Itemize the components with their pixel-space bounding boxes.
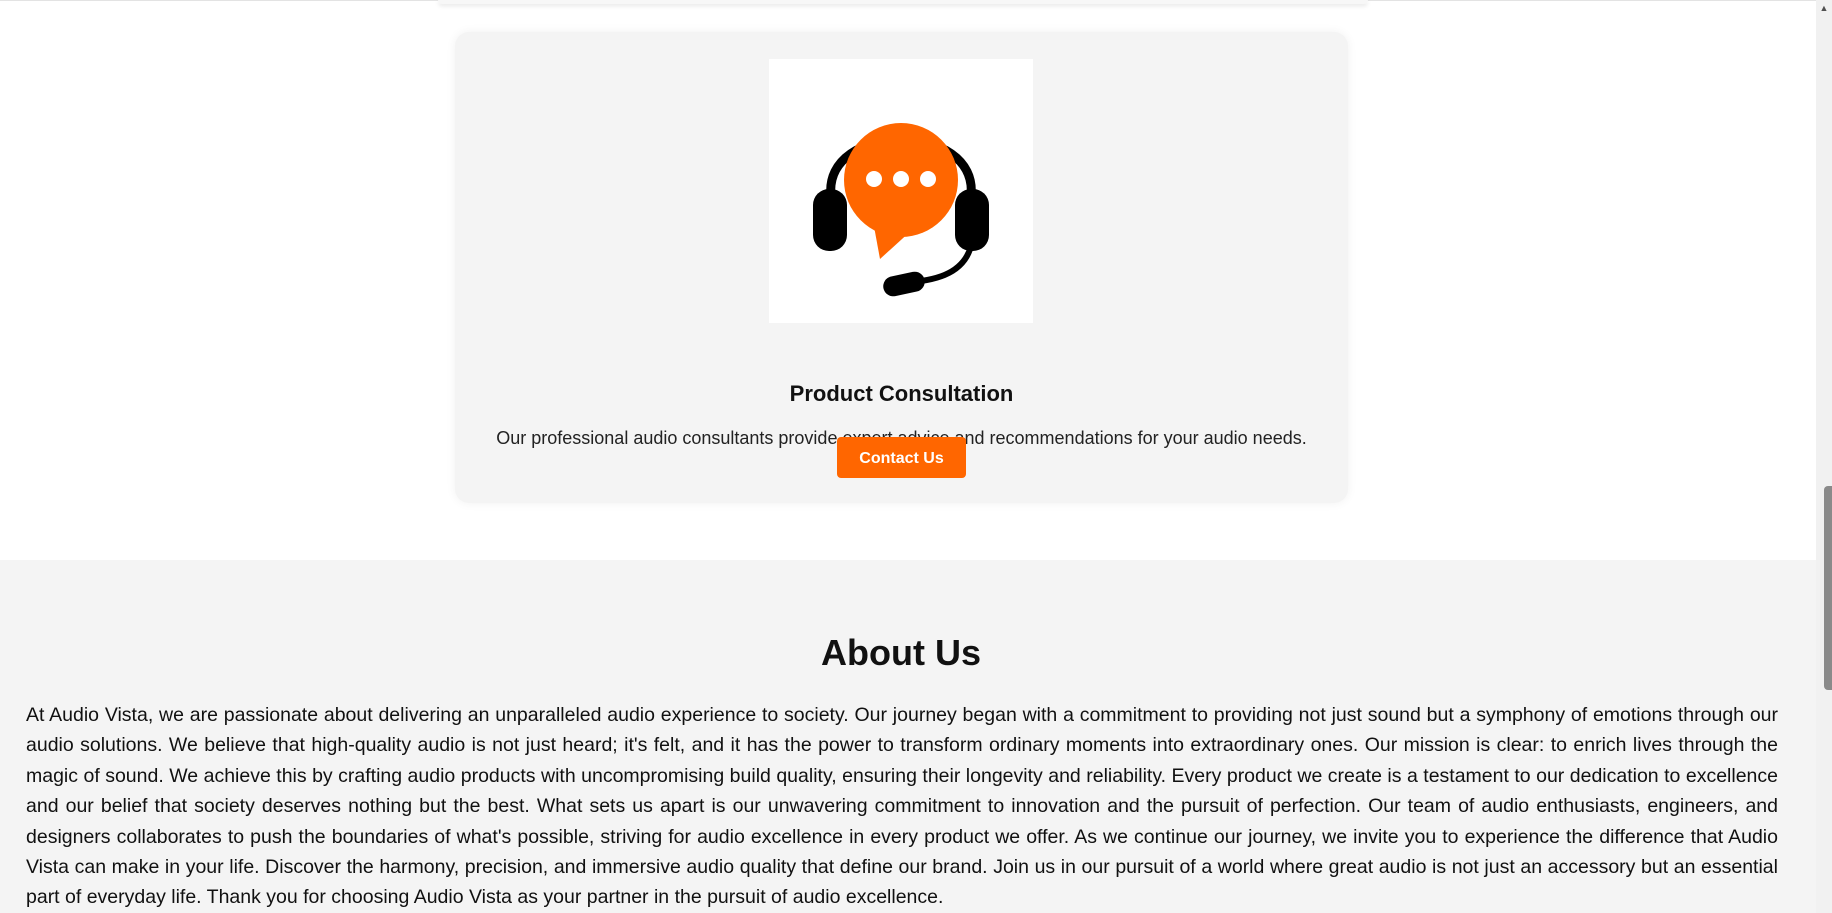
vertical-scrollbar[interactable]: ▲	[1816, 0, 1832, 913]
page: Product Consultation Our professional au…	[0, 0, 1832, 913]
about-section: About Us At Audio Vista, we are passiona…	[0, 560, 1816, 913]
previous-service-card-edge	[438, 0, 1368, 4]
scroll-up-arrow-icon[interactable]: ▲	[1816, 0, 1832, 16]
service-image	[769, 59, 1033, 323]
about-text: At Audio Vista, we are passionate about …	[26, 704, 1778, 909]
service-title: Product Consultation	[789, 381, 1014, 406]
headset-chat-icon	[813, 123, 989, 297]
scrollbar-thumb[interactable]	[1824, 486, 1832, 690]
contact-us-button[interactable]: Contact Us	[837, 437, 966, 478]
about-title: About Us	[821, 632, 981, 673]
service-card-product-consultation: Product Consultation Our professional au…	[455, 32, 1348, 503]
